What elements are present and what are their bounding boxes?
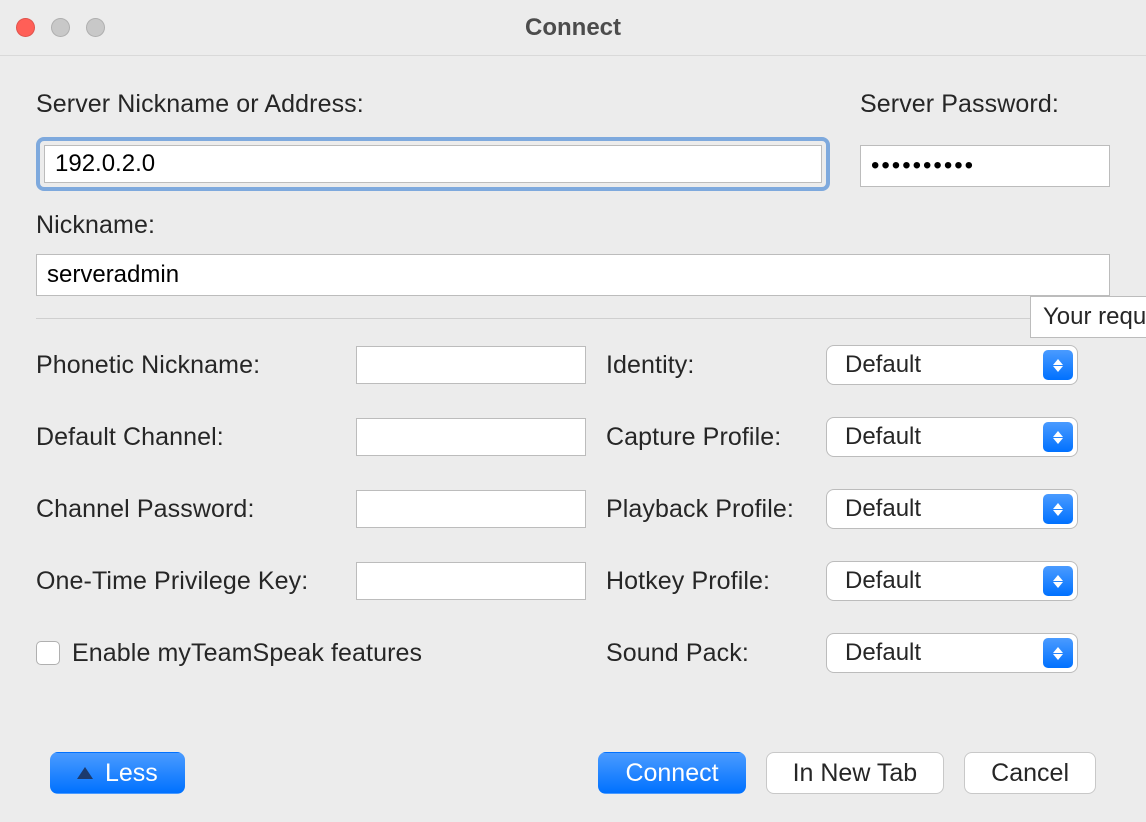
server-password-input[interactable] (860, 145, 1110, 187)
soundpack-label: Sound Pack: (606, 639, 806, 668)
server-address-label: Server Nickname or Address: (36, 90, 830, 119)
dialog-content: Server Nickname or Address: Server Passw… (0, 56, 1146, 673)
default-channel-input[interactable] (356, 418, 586, 456)
new-tab-button[interactable]: In New Tab (766, 752, 945, 794)
connect-button[interactable]: Connect (598, 752, 745, 794)
cancel-button-label: Cancel (991, 759, 1069, 788)
nickname-input[interactable] (36, 254, 1110, 296)
traffic-lights (16, 18, 105, 37)
cancel-button[interactable]: Cancel (964, 752, 1096, 794)
identity-label: Identity: (606, 351, 806, 380)
default-channel-label: Default Channel: (36, 423, 336, 452)
phonetic-label: Phonetic Nickname: (36, 351, 336, 380)
minimize-icon[interactable] (51, 18, 70, 37)
capture-value: Default (845, 423, 921, 451)
playback-value: Default (845, 495, 921, 523)
maximize-icon[interactable] (86, 18, 105, 37)
truncated-tooltip: Your reque (1030, 296, 1146, 338)
triangle-up-icon (77, 767, 93, 779)
footer: Less Connect In New Tab Cancel (0, 752, 1146, 794)
capture-select[interactable]: Default (826, 417, 1078, 457)
server-password-label: Server Password: (860, 90, 1110, 119)
playback-select[interactable]: Default (826, 489, 1078, 529)
capture-label: Capture Profile: (606, 423, 806, 452)
playback-label: Playback Profile: (606, 495, 806, 524)
hotkey-label: Hotkey Profile: (606, 567, 806, 596)
chevron-updown-icon (1043, 638, 1073, 668)
identity-value: Default (845, 351, 921, 379)
chevron-updown-icon (1043, 422, 1073, 452)
privilege-key-input[interactable] (356, 562, 586, 600)
nickname-label: Nickname: (36, 211, 1110, 240)
chevron-updown-icon (1043, 494, 1073, 524)
window-title: Connect (0, 14, 1146, 42)
enable-myts-row[interactable]: Enable myTeamSpeak features (36, 639, 586, 668)
close-icon[interactable] (16, 18, 35, 37)
chevron-updown-icon (1043, 566, 1073, 596)
separator (36, 318, 1110, 319)
soundpack-value: Default (845, 639, 921, 667)
titlebar: Connect (0, 0, 1146, 56)
soundpack-select[interactable]: Default (826, 633, 1078, 673)
identity-select[interactable]: Default (826, 345, 1078, 385)
connect-button-label: Connect (625, 759, 718, 788)
enable-myts-label: Enable myTeamSpeak features (72, 639, 422, 668)
channel-password-label: Channel Password: (36, 495, 336, 524)
privilege-key-label: One-Time Privilege Key: (36, 567, 336, 596)
channel-password-input[interactable] (356, 490, 586, 528)
less-button[interactable]: Less (50, 752, 185, 794)
phonetic-input[interactable] (356, 346, 586, 384)
chevron-updown-icon (1043, 350, 1073, 380)
advanced-grid: Phonetic Nickname: Identity: Default Def… (36, 345, 1110, 673)
enable-myts-checkbox[interactable] (36, 641, 60, 665)
less-button-label: Less (105, 759, 158, 788)
hotkey-select[interactable]: Default (826, 561, 1078, 601)
server-address-input[interactable] (44, 145, 822, 183)
server-address-focus-ring (36, 137, 830, 191)
new-tab-button-label: In New Tab (793, 759, 918, 788)
hotkey-value: Default (845, 567, 921, 595)
